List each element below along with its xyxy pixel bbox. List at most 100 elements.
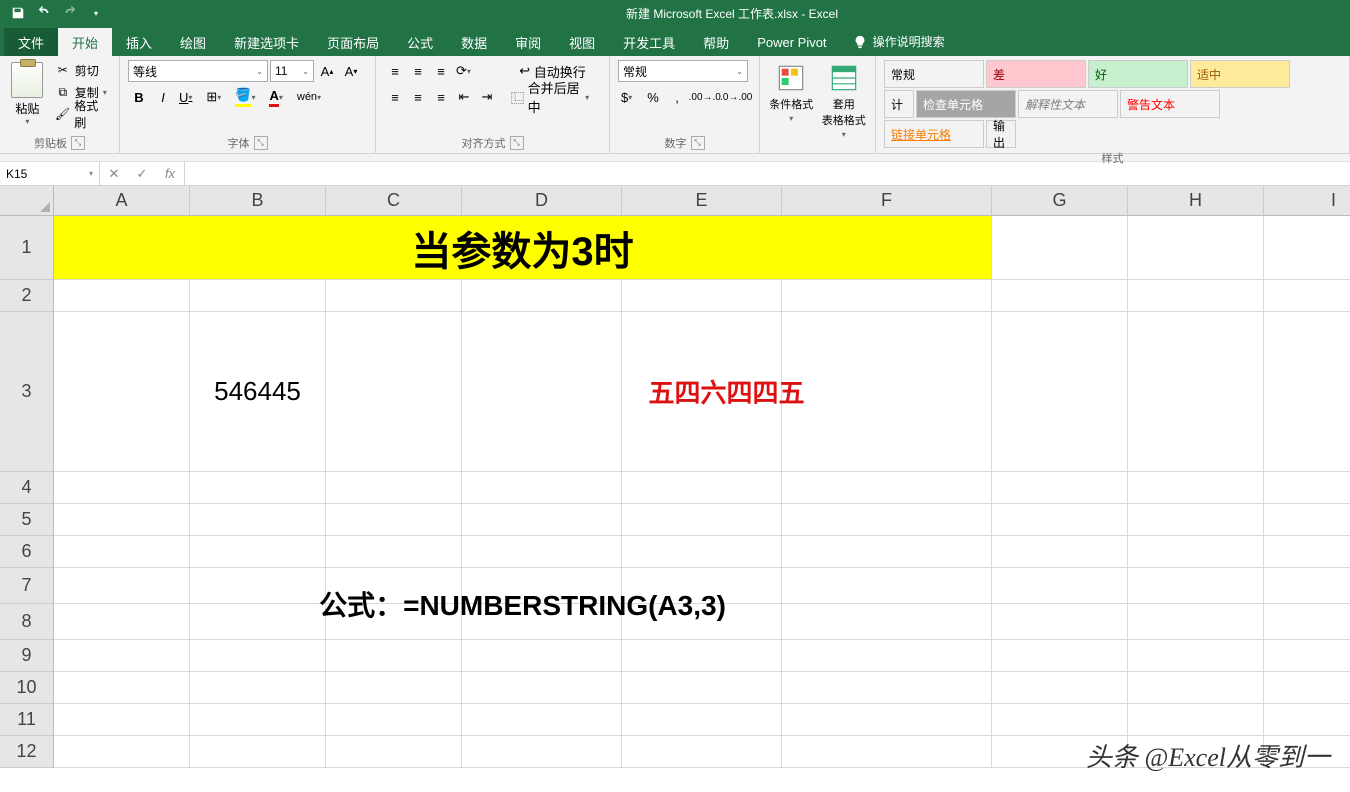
style-link[interactable]: 链接单元格	[884, 120, 984, 148]
align-bottom-button[interactable]: ≡	[430, 60, 452, 82]
cell-G5[interactable]	[992, 504, 1128, 536]
cell-F11[interactable]	[782, 704, 992, 736]
cell-H9[interactable]	[1128, 640, 1264, 672]
cell-E9[interactable]	[622, 640, 782, 672]
cell-A9[interactable]	[54, 640, 190, 672]
tell-me[interactable]: 操作说明搜索	[841, 27, 957, 56]
align-top-button[interactable]: ≡	[384, 60, 406, 82]
cell-G3[interactable]	[992, 312, 1128, 472]
cell-D11[interactable]	[462, 704, 622, 736]
cell-I6[interactable]	[1264, 536, 1350, 568]
cell-B12[interactable]	[190, 736, 326, 768]
format-as-table-button[interactable]: 套用 表格格式▾	[821, 60, 868, 139]
font-color-button[interactable]: A▾	[266, 86, 291, 108]
tab-file[interactable]: 文件	[4, 28, 58, 56]
cell-G1[interactable]	[992, 216, 1128, 280]
cell-D2[interactable]	[462, 280, 622, 312]
increase-decimal-button[interactable]: .00→.0	[690, 86, 720, 108]
tab-insert[interactable]: 插入	[112, 28, 166, 56]
cell-H2[interactable]	[1128, 280, 1264, 312]
underline-button[interactable]: U▾	[176, 86, 201, 108]
cell-F4[interactable]	[782, 472, 992, 504]
tab-help[interactable]: 帮助	[689, 28, 743, 56]
row-header-11[interactable]: 11	[0, 704, 54, 736]
cell-C12[interactable]	[326, 736, 462, 768]
cell-I10[interactable]	[1264, 672, 1350, 704]
cell-H4[interactable]	[1128, 472, 1264, 504]
align-right-button[interactable]: ≡	[430, 86, 452, 108]
cell-E12[interactable]	[622, 736, 782, 768]
merge-center-button[interactable]: ⿺ 合并后居中▾	[504, 86, 601, 108]
style-normal[interactable]: 常规	[884, 60, 984, 88]
cell-A12[interactable]	[54, 736, 190, 768]
cell-D6[interactable]	[462, 536, 622, 568]
cell-G4[interactable]	[992, 472, 1128, 504]
cell-E5[interactable]	[622, 504, 782, 536]
cell-title-merged[interactable]: 当参数为3时	[54, 216, 992, 280]
font-size-combo[interactable]: 11⌄	[270, 60, 314, 82]
name-box[interactable]: K15 ▾	[0, 162, 100, 185]
align-center-button[interactable]: ≡	[407, 86, 429, 108]
col-header-E[interactable]: E	[622, 186, 782, 216]
row-header-4[interactable]: 4	[0, 472, 54, 504]
cell-H10[interactable]	[1128, 672, 1264, 704]
row-header-5[interactable]: 5	[0, 504, 54, 536]
cell-H5[interactable]	[1128, 504, 1264, 536]
orientation-button[interactable]: ⟳▾	[453, 60, 480, 82]
cell-C10[interactable]	[326, 672, 462, 704]
cell-H11[interactable]	[1128, 704, 1264, 736]
fill-color-button[interactable]: 🪣▾	[232, 86, 264, 108]
alignment-dialog-launcher[interactable]: ⤡	[510, 136, 524, 150]
cell-A11[interactable]	[54, 704, 190, 736]
cell-G9[interactable]	[992, 640, 1128, 672]
conditional-format-button[interactable]: 条件格式▾	[768, 60, 815, 123]
row-header-8[interactable]: 8	[0, 604, 54, 640]
phonetic-button[interactable]: wén▾	[294, 86, 330, 108]
cell-I8[interactable]	[1264, 604, 1350, 640]
cell-E11[interactable]	[622, 704, 782, 736]
row-header-3[interactable]: 3	[0, 312, 54, 472]
cell-I1[interactable]	[1264, 216, 1350, 280]
cell-G6[interactable]	[992, 536, 1128, 568]
cell-F6[interactable]	[782, 536, 992, 568]
col-header-G[interactable]: G	[992, 186, 1128, 216]
cell-B4[interactable]	[190, 472, 326, 504]
style-calc[interactable]: 计	[884, 90, 914, 118]
cell-A4[interactable]	[54, 472, 190, 504]
number-format-combo[interactable]: 常规⌄	[618, 60, 748, 82]
cell-G10[interactable]	[992, 672, 1128, 704]
tab-data[interactable]: 数据	[447, 28, 501, 56]
cell-C4[interactable]	[326, 472, 462, 504]
col-header-A[interactable]: A	[54, 186, 190, 216]
cell-D4[interactable]	[462, 472, 622, 504]
col-header-D[interactable]: D	[462, 186, 622, 216]
increase-indent-button[interactable]: ⇥	[476, 86, 498, 108]
cell-F9[interactable]	[782, 640, 992, 672]
bold-button[interactable]: B	[128, 86, 150, 108]
font-dialog-launcher[interactable]: ⤡	[254, 136, 268, 150]
tab-view[interactable]: 视图	[555, 28, 609, 56]
cell-B10[interactable]	[190, 672, 326, 704]
col-header-F[interactable]: F	[782, 186, 992, 216]
cell-I3[interactable]	[1264, 312, 1350, 472]
cut-button[interactable]: ✂ 剪切	[53, 60, 111, 80]
cell-E10[interactable]	[622, 672, 782, 704]
style-good[interactable]: 好	[1088, 60, 1188, 88]
align-left-button[interactable]: ≡	[384, 86, 406, 108]
cell-B6[interactable]	[190, 536, 326, 568]
col-header-B[interactable]: B	[190, 186, 326, 216]
qat-customize-dropdown[interactable]: ▾	[84, 2, 108, 24]
col-header-H[interactable]: H	[1128, 186, 1264, 216]
row-header-1[interactable]: 1	[0, 216, 54, 280]
cell-I11[interactable]	[1264, 704, 1350, 736]
cell-A2[interactable]	[54, 280, 190, 312]
decrease-indent-button[interactable]: ⇤	[453, 86, 475, 108]
cell-styles-gallery[interactable]: 常规 差 好 适中 计 检查单元格 解释性文本 警告文本 链接单元格 输出	[884, 60, 1304, 148]
tab-home[interactable]: 开始	[58, 28, 112, 56]
paste-button[interactable]: 粘贴 ▾	[8, 60, 47, 126]
cell-H3[interactable]	[1128, 312, 1264, 472]
cell-B2[interactable]	[190, 280, 326, 312]
cell-B11[interactable]	[190, 704, 326, 736]
cell-G8[interactable]	[992, 604, 1128, 640]
clipboard-dialog-launcher[interactable]: ⤡	[71, 136, 85, 150]
